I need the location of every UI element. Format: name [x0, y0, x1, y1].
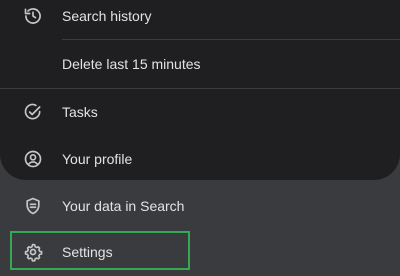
divider [62, 39, 400, 40]
menu-item-your-profile[interactable]: Your profile [0, 137, 400, 181]
menu-item-label: Tasks [62, 104, 98, 120]
menu-card: Search history Delete last 15 minutes Ta… [0, 0, 400, 180]
menu-item-label: Search history [62, 8, 152, 24]
history-icon [23, 6, 43, 26]
account-circle-icon [23, 149, 43, 169]
menu-item-label: Your data in Search [62, 198, 185, 214]
menu-item-your-data-in-search[interactable]: Your data in Search [0, 184, 400, 228]
shield-icon [23, 196, 43, 216]
menu-item-settings[interactable]: Settings [0, 230, 400, 274]
menu-item-label: Delete last 15 minutes [62, 56, 201, 72]
check-circle-icon [23, 102, 43, 122]
gear-icon [23, 242, 43, 262]
menu-item-delete-last-15-minutes[interactable]: Delete last 15 minutes [0, 42, 400, 86]
menu-item-tasks[interactable]: Tasks [0, 90, 400, 134]
menu-item-label: Your profile [62, 151, 133, 167]
account-menu: Search history Delete last 15 minutes Ta… [0, 0, 400, 276]
divider [0, 88, 400, 89]
menu-item-label: Settings [62, 244, 113, 260]
menu-item-search-history[interactable]: Search history [0, 0, 400, 38]
